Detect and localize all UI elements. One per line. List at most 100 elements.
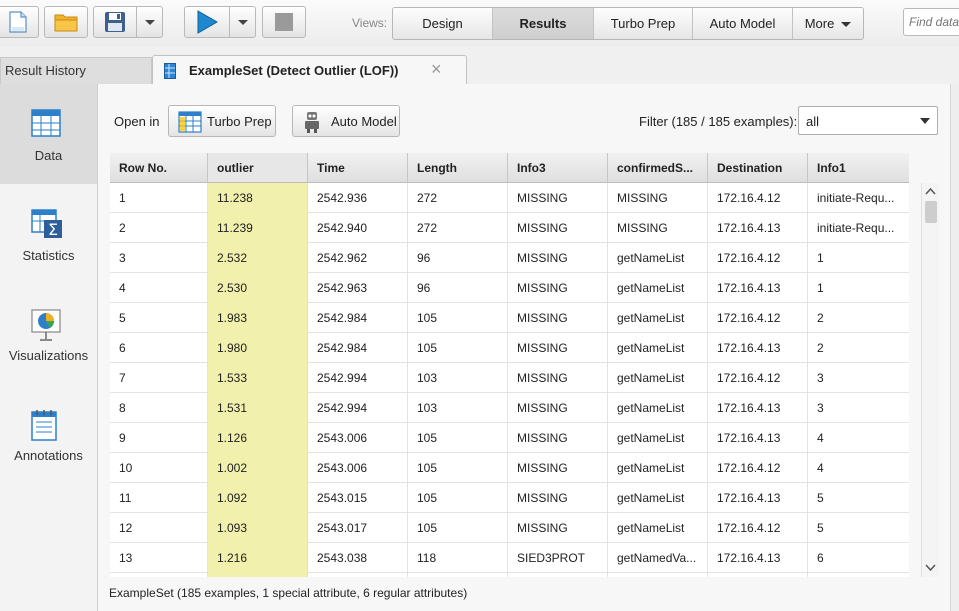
table-row[interactable]: 10 1.002 2543.006 105 MISSING getNameList 172.…	[110, 453, 909, 483]
column-header-outlier[interactable]: outlier	[208, 153, 308, 183]
cell-info1: 3	[808, 363, 909, 393]
close-icon[interactable]: ×	[431, 59, 442, 80]
tab-exampleset-label: ExampleSet (Detect Outlier (LOF))	[189, 63, 399, 78]
sidebar-item-annotations[interactable]: Annotations	[0, 384, 97, 484]
scrollbar-thumb[interactable]	[925, 201, 937, 223]
view-auto-model-button[interactable]: Auto Model	[693, 8, 793, 39]
sidebar-item-statistics[interactable]: Σ Statistics	[0, 184, 97, 284]
run-dropdown-arrow[interactable]	[230, 6, 256, 38]
tab-exampleset[interactable]: ExampleSet (Detect Outlier (LOF)) ×	[152, 55, 467, 85]
table-row[interactable]	[110, 573, 909, 577]
robot-icon	[305, 112, 319, 133]
cell-info3: MISSING	[508, 273, 608, 303]
auto-model-button-label: Auto Model	[331, 114, 397, 129]
table-row[interactable]: 8 1.531 2542.994 103 MISSING getNameList 172.1…	[110, 393, 909, 423]
sidebar-item-label: Statistics	[22, 248, 75, 263]
cell-row-no: 9	[110, 423, 208, 453]
cell-destination: 172.16.4.13	[708, 483, 808, 513]
filter-select[interactable]: all	[798, 106, 938, 135]
table-row[interactable]: 2 11.239 2542.940 272 MISSING MISSING 172.16.4…	[110, 213, 909, 243]
table-row[interactable]: 11 1.092 2543.015 105 MISSING getNameList 172.…	[110, 483, 909, 513]
view-more-button[interactable]: More	[793, 8, 863, 39]
column-header-info1[interactable]: Info1	[808, 153, 909, 183]
cell-outlier: 1.980	[208, 333, 308, 363]
find-data-input[interactable]	[903, 8, 959, 36]
cell-outlier: 1.093	[208, 513, 308, 543]
cell-info1: initiate-Requ...	[808, 183, 909, 213]
cell-destination	[708, 573, 808, 577]
cell-info3: SIED3PROT	[508, 543, 608, 573]
save-button[interactable]	[93, 6, 137, 38]
cell-time: 2542.936	[308, 183, 408, 213]
column-header-destination[interactable]: Destination	[708, 153, 808, 183]
cell-length: 105	[408, 483, 508, 513]
chevron-down-icon	[841, 22, 852, 28]
tab-result-history[interactable]: Result History	[0, 57, 152, 85]
cell-time	[308, 573, 408, 577]
view-sidebar: Data Σ Statistics Visualizations Annotat…	[0, 84, 98, 611]
view-design-button[interactable]: Design	[393, 8, 493, 39]
cell-time: 2543.006	[308, 423, 408, 453]
sidebar-item-data[interactable]: Data	[0, 84, 97, 184]
cell-confirmed: getNameList	[608, 513, 708, 543]
table-row[interactable]: 13 1.216 2543.038 118 SIED3PROT getNamedVa...…	[110, 543, 909, 573]
statistics-icon: Σ	[31, 209, 62, 239]
cell-row-no: 13	[110, 543, 208, 573]
cell-confirmed: getNameList	[608, 453, 708, 483]
cell-info1: 5	[808, 513, 909, 543]
view-results-button[interactable]: Results	[493, 8, 594, 39]
exampleset-icon	[164, 63, 176, 79]
new-process-button[interactable]	[0, 6, 39, 38]
cell-confirmed: getNamedVa...	[608, 543, 708, 573]
cell-length: 105	[408, 453, 508, 483]
column-header-confirmed[interactable]: confirmedS...	[608, 153, 708, 183]
cell-time: 2543.006	[308, 453, 408, 483]
cell-length	[408, 573, 508, 577]
cell-destination: 172.16.4.12	[708, 513, 808, 543]
table-row[interactable]: 1 11.238 2542.936 272 MISSING MISSING 172.16.4…	[110, 183, 909, 213]
turbo-prep-button[interactable]: Turbo Prep	[168, 105, 276, 137]
chart-icon	[31, 309, 61, 341]
cell-info1: 1	[808, 273, 909, 303]
open-button[interactable]	[44, 6, 88, 38]
cell-destination: 172.16.4.13	[708, 213, 808, 243]
cell-destination: 172.16.4.12	[708, 363, 808, 393]
save-dropdown-arrow[interactable]	[137, 6, 163, 38]
sidebar-item-visualizations[interactable]: Visualizations	[0, 284, 97, 384]
table-row[interactable]: 3 2.532 2542.962 96 MISSING getNameList 172.16…	[110, 243, 909, 273]
cell-row-no: 7	[110, 363, 208, 393]
open-in-label: Open in	[114, 114, 160, 129]
run-button[interactable]	[184, 6, 230, 38]
scroll-down-icon[interactable]	[924, 560, 937, 574]
auto-model-button[interactable]: Auto Model	[292, 105, 400, 137]
stop-button[interactable]	[262, 6, 306, 38]
view-turbo-prep-button[interactable]: Turbo Prep	[594, 8, 693, 39]
cell-length: 118	[408, 543, 508, 573]
cell-destination: 172.16.4.13	[708, 393, 808, 423]
table-row[interactable]: 4 2.530 2542.963 96 MISSING getNameList 172.16…	[110, 273, 909, 303]
cell-row-no: 10	[110, 453, 208, 483]
table-row[interactable]: 12 1.093 2543.017 105 MISSING getNameList 172.…	[110, 513, 909, 543]
table-row[interactable]: 9 1.126 2543.006 105 MISSING getNameList 172.1…	[110, 423, 909, 453]
cell-info3: MISSING	[508, 363, 608, 393]
cell-info3: MISSING	[508, 303, 608, 333]
cell-info1	[808, 573, 909, 577]
status-text: ExampleSet (185 examples, 1 special attr…	[109, 586, 468, 600]
table-row[interactable]: 7 1.533 2542.994 103 MISSING getNameList 172.1…	[110, 363, 909, 393]
table-row[interactable]: 6 1.980 2542.984 105 MISSING getNameList 172.1…	[110, 333, 909, 363]
column-header-row-no[interactable]: Row No.	[110, 153, 208, 183]
filter-label: Filter (185 / 185 examples):	[639, 114, 798, 129]
column-header-time[interactable]: Time	[308, 153, 408, 183]
table-scrollbar[interactable]	[921, 183, 939, 577]
cell-outlier: 1.092	[208, 483, 308, 513]
table-row[interactable]: 5 1.983 2542.984 105 MISSING getNameList 172.1…	[110, 303, 909, 333]
cell-info1: 4	[808, 453, 909, 483]
view-results-label: Results	[519, 16, 567, 31]
column-header-info3[interactable]: Info3	[508, 153, 608, 183]
column-header-length[interactable]: Length	[408, 153, 508, 183]
cell-outlier: 1.216	[208, 543, 308, 573]
cell-length: 105	[408, 423, 508, 453]
cell-time: 2543.038	[308, 543, 408, 573]
scroll-up-icon[interactable]	[924, 185, 937, 199]
cell-outlier: 1.983	[208, 303, 308, 333]
